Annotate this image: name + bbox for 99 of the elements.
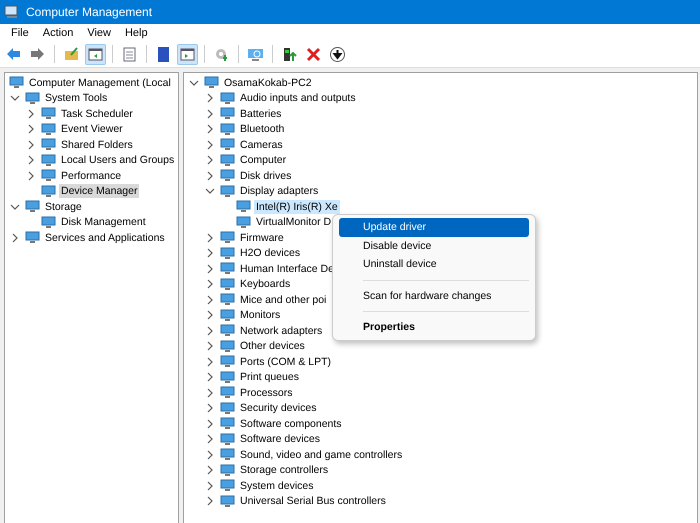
tree-item[interactable]: Computer xyxy=(238,153,288,168)
device-icon xyxy=(236,200,251,214)
device-icon xyxy=(220,402,235,415)
tree-item[interactable]: Cameras xyxy=(238,138,285,152)
tree-item[interactable]: OsamaKokab-PC2 xyxy=(222,76,314,90)
tree-item[interactable]: Computer Management (Local xyxy=(27,76,173,90)
menu-item[interactable]: Help xyxy=(118,26,155,38)
device-icon xyxy=(41,184,56,198)
tree-item[interactable]: VirtualMonitor D xyxy=(254,215,334,230)
device-icon xyxy=(220,154,235,167)
context-menu-item[interactable]: Uninstall device xyxy=(339,255,529,274)
tree-item[interactable]: Bluetooth xyxy=(238,122,286,136)
folder-icon xyxy=(63,46,80,62)
device-icon xyxy=(220,370,235,384)
tree-item[interactable]: Ports (COM & LPT) xyxy=(238,354,334,369)
device-icon xyxy=(220,355,235,368)
device-icon xyxy=(220,231,235,244)
tree-item[interactable]: Other devices xyxy=(238,339,307,354)
back-arrow-icon xyxy=(5,46,22,62)
device-icon xyxy=(25,231,40,244)
tree-item[interactable]: Performance xyxy=(59,168,124,183)
tree-item[interactable]: Shared Folders xyxy=(59,138,135,152)
device-icon xyxy=(25,92,40,105)
download-icon xyxy=(329,46,346,62)
device-icon xyxy=(220,293,235,306)
device-icon xyxy=(41,107,56,120)
device-icon xyxy=(204,76,219,90)
tree-item[interactable]: System devices xyxy=(238,478,316,493)
tree-item[interactable]: H2O devices xyxy=(238,246,302,260)
context-menu-item[interactable]: Disable device xyxy=(339,236,529,255)
tree-item[interactable]: Monitors xyxy=(238,308,282,322)
device-icon xyxy=(220,464,235,477)
device-icon xyxy=(220,92,235,105)
device-icon xyxy=(220,448,235,462)
device-icon xyxy=(220,278,235,291)
device-icon xyxy=(220,169,235,182)
device-icon xyxy=(25,200,40,214)
pane-icon xyxy=(179,46,196,62)
device-icon xyxy=(41,138,56,152)
pane-icon xyxy=(87,46,104,62)
tree-item[interactable]: Batteries xyxy=(238,106,284,121)
tree-item[interactable]: Keyboards xyxy=(238,277,292,292)
device-icon xyxy=(220,494,235,508)
tree-item[interactable]: Software devices xyxy=(238,432,322,446)
tree-item[interactable]: Processors xyxy=(238,386,295,400)
tree-item[interactable]: Firmware xyxy=(238,230,286,245)
tree-item[interactable]: Software components xyxy=(238,416,344,431)
device-icon xyxy=(220,417,235,430)
device-icon xyxy=(220,184,235,198)
tree-item[interactable]: Local Users and Groups xyxy=(59,153,176,168)
device-icon xyxy=(236,216,251,229)
context-menu-item[interactable]: Properties xyxy=(339,318,529,336)
tree-item[interactable]: Security devices xyxy=(238,401,318,416)
window-title: Computer Management xyxy=(26,5,152,19)
computer-icon xyxy=(4,5,20,19)
device-icon xyxy=(220,138,235,152)
device-icon xyxy=(220,122,235,136)
tree-item[interactable]: Storage xyxy=(43,200,84,214)
device-icon xyxy=(220,340,235,353)
device-icon xyxy=(220,308,235,322)
menu-item[interactable]: File xyxy=(4,26,36,38)
tree-item[interactable]: Services and Applications xyxy=(43,230,167,245)
device-icon xyxy=(220,479,235,492)
tree-item[interactable]: Event Viewer xyxy=(59,122,125,136)
close-icon xyxy=(305,46,322,62)
device-icon xyxy=(220,262,235,276)
device-icon xyxy=(220,246,235,260)
device-icon xyxy=(220,432,235,446)
menu-item[interactable]: Action xyxy=(36,26,80,38)
list-icon xyxy=(121,46,138,62)
menu-item[interactable]: View xyxy=(80,26,118,38)
device-icon xyxy=(220,324,235,338)
tree-item[interactable]: Task Scheduler xyxy=(59,106,135,121)
tree-item[interactable]: Storage controllers xyxy=(238,463,330,478)
device-icon xyxy=(41,154,56,167)
context-menu-item[interactable]: Scan for hardware changes xyxy=(339,286,529,305)
device-update-icon xyxy=(281,46,298,62)
toolbar-button[interactable] xyxy=(177,44,198,64)
device-icon xyxy=(41,216,56,229)
device-icon xyxy=(220,386,235,400)
tree-item[interactable]: Print queues xyxy=(238,370,301,384)
tree-item[interactable]: Sound, video and game controllers xyxy=(238,448,404,462)
device-icon xyxy=(41,122,56,136)
tree-item[interactable]: Display adapters xyxy=(238,184,320,198)
tree-item[interactable]: Network adapters xyxy=(238,324,324,338)
tree-item[interactable]: Disk Management xyxy=(59,215,148,230)
device-icon xyxy=(41,169,56,182)
tree-item[interactable]: Intel(R) Iris(R) Xe xyxy=(254,200,340,214)
tree-item[interactable]: Disk drives xyxy=(238,168,294,183)
tree-item[interactable]: Universal Serial Bus controllers xyxy=(238,494,388,508)
device-icon xyxy=(9,76,24,90)
tree-item[interactable]: Mice and other poi xyxy=(238,292,328,307)
toolbar-button[interactable] xyxy=(85,44,106,64)
tree-item[interactable]: System Tools xyxy=(43,91,110,106)
forward-arrow-icon xyxy=(29,46,46,62)
context-menu-item[interactable]: Update driver xyxy=(339,218,529,236)
tree-item[interactable]: Audio inputs and outputs xyxy=(238,91,358,106)
device-icon xyxy=(220,107,235,120)
tree-item[interactable]: Device Manager xyxy=(59,184,140,198)
